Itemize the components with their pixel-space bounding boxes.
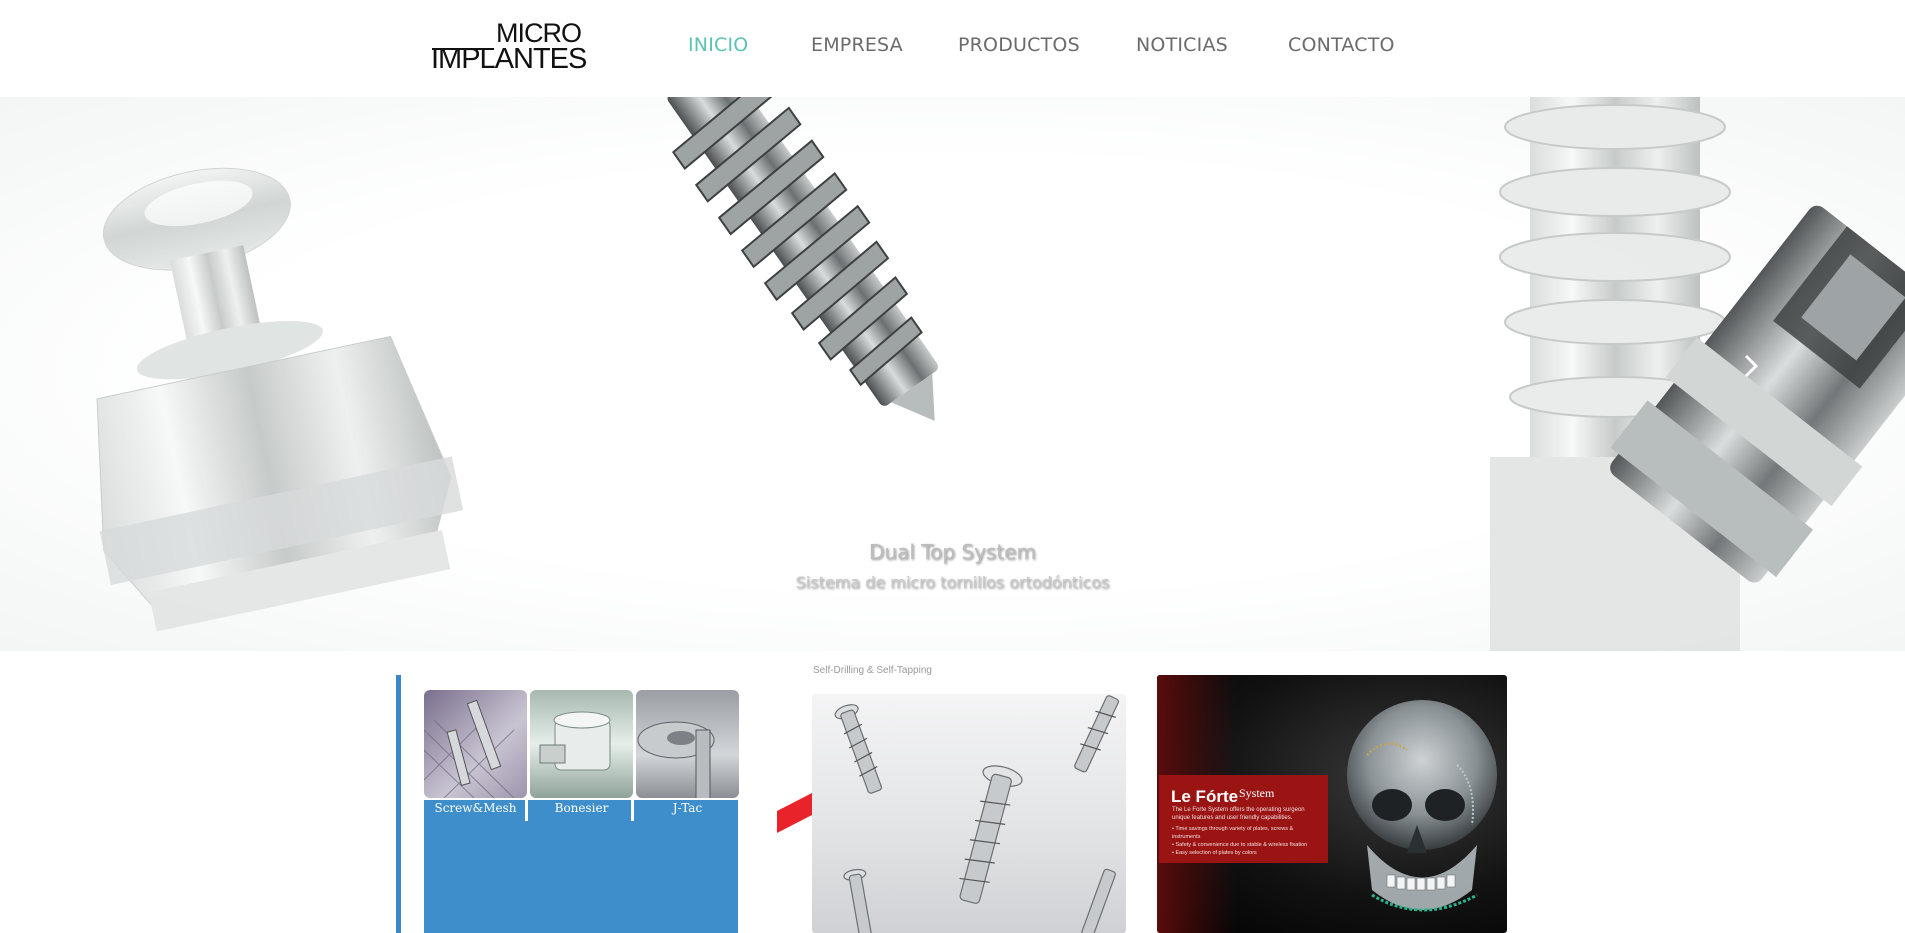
le-forte-bullets: • Time savings through variety of plates…	[1172, 825, 1322, 857]
le-forte-description: The Le Forte System offers the operating…	[1172, 807, 1305, 821]
hero-caption-subtitle: Sistema de micro tornillos ortodónticos	[795, 573, 1110, 592]
chevron-right-icon[interactable]	[1742, 354, 1778, 390]
nav-item-noticias[interactable]: NOTICIAS	[1136, 34, 1228, 56]
nav-item-productos[interactable]: PRODUCTOS	[958, 34, 1080, 56]
hero-caption-title: Dual Top System	[869, 540, 1036, 564]
site-logo[interactable]: MICRO IMPLANTES	[430, 18, 587, 74]
card-label-screw-mesh[interactable]: Screw&Mesh	[424, 801, 527, 815]
product-card-self-drilling[interactable]: Self-Drilling & Self-Tapping	[777, 661, 1127, 933]
le-forte-bullet: • Easy selection of plates by colors	[1172, 850, 1257, 856]
skull-image	[1347, 700, 1497, 912]
nav-item-inicio[interactable]: INICIO	[688, 34, 748, 56]
logo-text-bottom: IMPLANTES	[431, 43, 587, 75]
nav-item-contacto[interactable]: CONTACTO	[1288, 34, 1395, 56]
le-forte-bullet: • Time savings through variety of plates…	[1172, 826, 1294, 840]
nav-item-empresa[interactable]: EMPRESA	[811, 34, 903, 56]
hero-slider: Dual Top System Sistema de micro tornill…	[0, 97, 1905, 651]
product-card-screw-mesh[interactable]: Screw&Mesh Bonesier J-Tac	[396, 675, 740, 933]
thumb-bonesier[interactable]	[530, 690, 633, 798]
thumb-j-tac[interactable]	[636, 690, 739, 798]
site-header: MICRO IMPLANTES INICIO EMPRESA PRODUCTOS…	[0, 0, 1905, 97]
le-forte-title: Le Fórte	[1171, 787, 1239, 806]
hero-slide-image	[96, 97, 1905, 651]
red-stripe-decoration	[777, 793, 812, 833]
le-forte-title-suffix: System	[1239, 786, 1275, 800]
card-photo-screws	[812, 694, 1126, 933]
product-cards: Screw&Mesh Bonesier J-Tac Self-Drilling …	[0, 651, 1905, 933]
product-card-le-forte[interactable]: Le Fórte System The Le Forte System offe…	[1157, 675, 1507, 933]
card-blue-panel	[424, 800, 738, 933]
thumb-screw-mesh[interactable]	[424, 690, 527, 798]
card-accent-bar	[396, 675, 401, 933]
card-label-j-tac[interactable]: J-Tac	[636, 801, 739, 815]
card-caption: Self-Drilling & Self-Tapping	[813, 665, 932, 676]
card-label-bonesier[interactable]: Bonesier	[530, 801, 633, 815]
le-forte-bullet: • Safety & convenience due to stable & w…	[1172, 842, 1308, 848]
